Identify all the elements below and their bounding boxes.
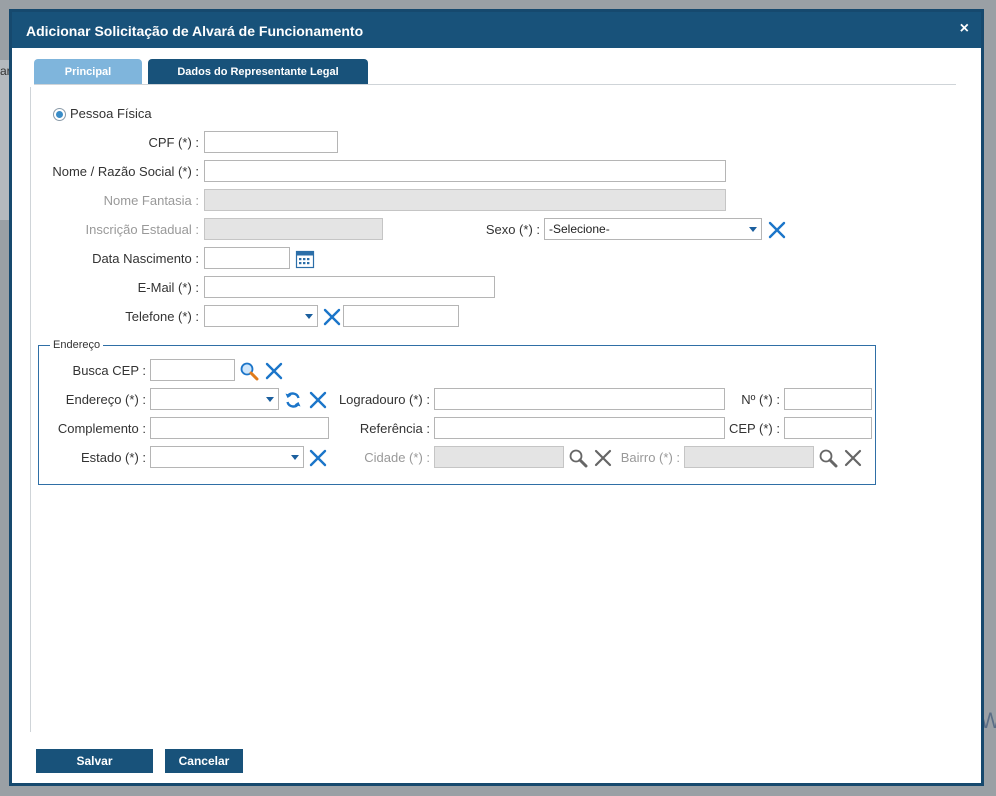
logradouro-input[interactable]: [434, 388, 725, 410]
nome-label: Nome / Razão Social (*) :: [52, 164, 199, 179]
email-input[interactable]: [204, 276, 495, 298]
endereco-label: Endereço (*) :: [65, 392, 146, 407]
pessoa-fisica-radio[interactable]: [53, 108, 66, 121]
panel-left-border: [30, 87, 31, 732]
data-nascimento-input[interactable]: [204, 247, 290, 269]
busca-cep-clear-icon[interactable]: [264, 361, 284, 381]
cidade-input: [434, 446, 564, 468]
bairro-search-icon: [818, 448, 838, 468]
endereco-select[interactable]: [150, 388, 279, 410]
sexo-select[interactable]: -Selecione-: [544, 218, 762, 240]
inscricao-estadual-label: Inscrição Estadual :: [85, 222, 199, 237]
search-cep-icon[interactable]: [239, 361, 259, 381]
dialog-titlebar: Adicionar Solicitação de Alvará de Funci…: [12, 12, 981, 48]
chevron-down-icon: [291, 455, 299, 460]
save-button[interactable]: Salvar: [36, 749, 153, 773]
sexo-label: Sexo (*) :: [485, 222, 540, 237]
chevron-down-icon: [749, 227, 757, 232]
modal-dialog: Adicionar Solicitação de Alvará de Funci…: [9, 9, 984, 786]
pessoa-fisica-label: Pessoa Física: [70, 106, 152, 121]
referencia-label: Referência :: [359, 421, 430, 436]
telefone-input[interactable]: [343, 305, 459, 327]
referencia-input[interactable]: [434, 417, 725, 439]
bairro-clear-icon: [843, 448, 863, 468]
email-label: E-Mail (*) :: [137, 280, 199, 295]
estado-select[interactable]: [150, 446, 304, 468]
numero-label: Nº (*) :: [741, 392, 780, 407]
data-nascimento-label: Data Nascimento :: [92, 251, 199, 266]
complemento-input[interactable]: [150, 417, 329, 439]
cidade-search-icon: [568, 448, 588, 468]
cep-input[interactable]: [784, 417, 872, 439]
cancel-button[interactable]: Cancelar: [165, 749, 243, 773]
endereco-legend: Endereço: [50, 339, 104, 351]
sexo-selected-value: -Selecione-: [549, 222, 610, 236]
inscricao-estadual-input: [204, 218, 383, 240]
cpf-label: CPF (*) :: [148, 135, 199, 150]
close-icon[interactable]: ×: [960, 20, 969, 38]
telefone-tipo-select[interactable]: [204, 305, 318, 327]
telefone-clear-icon[interactable]: [322, 307, 342, 327]
cep-label: CEP (*) :: [728, 421, 780, 436]
refresh-icon[interactable]: [283, 390, 303, 410]
chevron-down-icon: [305, 314, 313, 319]
nome-input[interactable]: [204, 160, 726, 182]
sexo-clear-icon[interactable]: [767, 220, 787, 240]
cidade-label: Cidade (*) :: [364, 450, 430, 465]
tab-representante-legal[interactable]: Dados do Representante Legal: [148, 59, 368, 85]
logradouro-label: Logradouro (*) :: [338, 392, 430, 407]
complemento-label: Complemento :: [57, 421, 146, 436]
nome-fantasia-label: Nome Fantasia :: [103, 193, 199, 208]
tab-divider: [34, 84, 956, 85]
telefone-label: Telefone (*) :: [125, 309, 199, 324]
numero-input[interactable]: [784, 388, 872, 410]
bairro-input: [684, 446, 814, 468]
chevron-down-icon: [266, 397, 274, 402]
nome-fantasia-input: [204, 189, 726, 211]
busca-cep-label: Busca CEP :: [72, 363, 146, 378]
tab-principal[interactable]: Principal: [34, 59, 142, 85]
bairro-label: Bairro (*) :: [620, 450, 680, 465]
busca-cep-input[interactable]: [150, 359, 235, 381]
cpf-input[interactable]: [204, 131, 338, 153]
estado-label: Estado (*) :: [80, 450, 146, 465]
calendar-icon[interactable]: [295, 249, 315, 269]
dialog-title: Adicionar Solicitação de Alvará de Funci…: [26, 23, 364, 39]
